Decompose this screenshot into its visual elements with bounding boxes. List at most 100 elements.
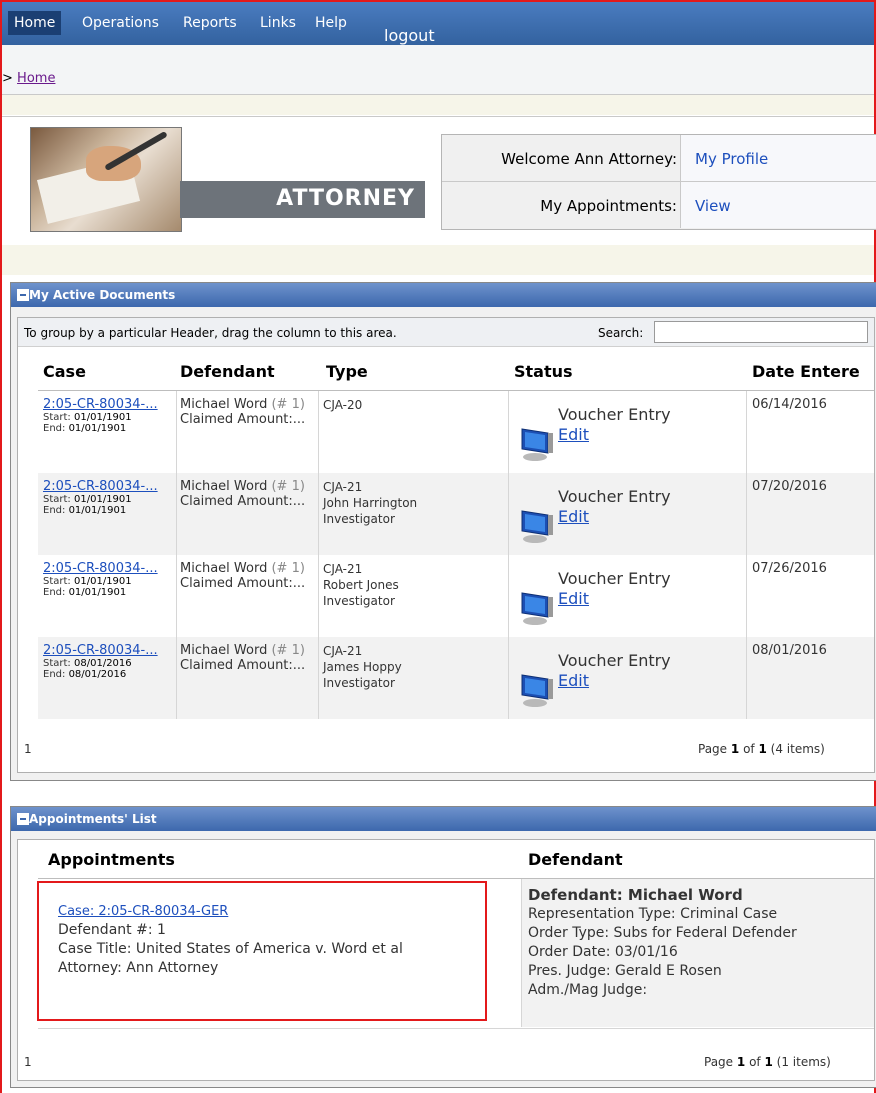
pager-page: 1 <box>736 1055 746 1069</box>
role-label: ATTORNEY <box>276 186 415 211</box>
defendant-name: Defendant: Michael Word <box>528 886 743 904</box>
pager-page: 1 <box>730 742 740 756</box>
table-row: 2:05-CR-80034-... Start: 08/01/2016 End: 0… <box>38 637 874 719</box>
edit-link[interactable]: Edit <box>558 589 589 608</box>
case-link[interactable]: 2:05-CR-80034-... <box>43 397 158 412</box>
presiding-judge: Pres. Judge: Gerald E Rosen <box>528 963 722 979</box>
order-type: Order Type: Subs for Federal Defender <box>528 925 797 941</box>
defendant-number: (# 1) <box>271 397 305 412</box>
status-text: Voucher Entry <box>558 569 671 588</box>
nav-operations[interactable]: Operations <box>82 15 159 31</box>
claimed-amount: Claimed Amount:... <box>180 494 306 509</box>
start-value: 08/01/2016 <box>74 658 132 669</box>
defendant-cell: Michael Word (# 1) Claimed Amount:... <box>180 479 305 509</box>
col-header-case[interactable]: Case <box>43 362 86 381</box>
col-header-date[interactable]: Date Entere <box>752 362 860 381</box>
col-divider <box>746 391 747 473</box>
defendant-name: Michael Word <box>180 561 268 576</box>
representation-type: Representation Type: Criminal Case <box>528 906 778 922</box>
collapse-icon[interactable] <box>17 289 29 301</box>
nav-links[interactable]: Links <box>260 15 296 31</box>
defendant-name: Michael Word <box>180 479 268 494</box>
table-row: 2:05-CR-80034-... Start: 01/01/1901 End: 0… <box>38 555 874 637</box>
welcome-row: Welcome Ann Attorney: My Profile <box>442 135 876 182</box>
search-input[interactable] <box>654 321 868 343</box>
start-label: Start: <box>43 576 71 587</box>
col-divider <box>176 637 177 719</box>
col-header-appointments[interactable]: Appointments <box>48 850 175 869</box>
end-value: 08/01/2016 <box>68 669 127 680</box>
col-header-status[interactable]: Status <box>514 362 573 381</box>
defendant-line: Michael Word (# 1) <box>180 397 305 412</box>
defendant-name: Michael Word <box>180 397 268 412</box>
spacer-band-2 <box>2 245 874 275</box>
appointments-pager: Page 1 of 1 (1 items) <box>704 1055 831 1069</box>
type-cell: CJA-21 Robert Jones Investigator <box>323 561 399 609</box>
group-by-area[interactable]: To group by a particular Header, drag th… <box>18 318 874 347</box>
status-cell: Voucher Entry Edit <box>508 555 746 637</box>
col-divider <box>318 637 319 719</box>
end-label: End: <box>43 423 66 434</box>
end-value: 01/01/1901 <box>68 587 127 598</box>
col-divider <box>176 391 177 473</box>
nav-home[interactable]: Home <box>8 11 62 35</box>
start-label: Start: <box>43 658 71 669</box>
appointments-link-cell: View <box>680 182 876 228</box>
date-entered: 07/26/2016 <box>752 561 827 576</box>
pager-word: Page <box>698 742 728 756</box>
pager-items: (1 items) <box>776 1055 831 1069</box>
case-cell: 2:05-CR-80034-... Start: 01/01/1901 End: 0… <box>43 561 158 598</box>
edit-link[interactable]: Edit <box>558 425 589 444</box>
pager-word: Page <box>704 1055 734 1069</box>
breadcrumb: > Home <box>2 71 55 86</box>
case-link[interactable]: 2:05-CR-80034-... <box>43 479 158 494</box>
status-cell: Voucher Entry Edit <box>508 473 746 555</box>
top-nav: Home Operations Reports Links Help logou… <box>2 2 874 45</box>
start-date: Start: 01/01/1901 <box>43 576 158 587</box>
col-header-type[interactable]: Type <box>326 362 368 381</box>
order-date: Order Date: 03/01/16 <box>528 944 678 960</box>
type-role: Investigator <box>323 676 395 690</box>
type-role: Investigator <box>323 594 395 608</box>
nav-help[interactable]: Help <box>315 15 347 31</box>
case-link[interactable]: 2:05-CR-80034-... <box>43 561 158 576</box>
documents-grid: To group by a particular Header, drag th… <box>17 317 875 773</box>
date-entered: 08/01/2016 <box>752 643 827 658</box>
type-person: James Hoppy <box>323 660 402 674</box>
col-header-defendant[interactable]: Defendant <box>528 850 623 869</box>
col-divider <box>176 555 177 637</box>
my-profile-link[interactable]: My Profile <box>695 150 768 168</box>
status-text: Voucher Entry <box>558 487 671 506</box>
defendant-cell: Michael Word (# 1) Claimed Amount:... <box>180 561 305 591</box>
col-divider <box>318 555 319 637</box>
spacer-band <box>2 95 874 115</box>
case-cell: 2:05-CR-80034-... Start: 01/01/1901 End: 0… <box>43 397 158 434</box>
active-documents-panel: My Active Documents To group by a partic… <box>10 282 876 781</box>
logout-link[interactable]: logout <box>384 26 435 45</box>
collapse-icon[interactable] <box>17 813 29 825</box>
col-header-defendant[interactable]: Defendant <box>180 362 275 381</box>
claimed-amount: Claimed Amount:... <box>180 658 306 673</box>
appointments-label: My Appointments: <box>540 197 677 215</box>
start-label: Start: <box>43 494 71 505</box>
date-entered: 06/14/2016 <box>752 397 827 412</box>
end-date: End: 01/01/1901 <box>43 587 158 598</box>
edit-link[interactable]: Edit <box>558 671 589 690</box>
edit-link[interactable]: Edit <box>558 507 589 526</box>
breadcrumb-home-link[interactable]: Home <box>17 71 55 86</box>
claimed-amount: Claimed Amount:... <box>180 412 306 427</box>
defendant-number: (# 1) <box>271 561 305 576</box>
start-value: 01/01/1901 <box>74 494 132 505</box>
welcome-link-cell: My Profile <box>680 135 876 181</box>
magistrate-judge: Adm./Mag Judge: <box>528 982 648 998</box>
start-date: Start: 08/01/2016 <box>43 658 158 669</box>
pager-of: of <box>749 1055 761 1069</box>
view-appointments-link[interactable]: View <box>695 197 731 215</box>
computer-icon <box>521 592 553 625</box>
end-date: End: 08/01/2016 <box>43 669 158 680</box>
defendant-number: (# 1) <box>271 643 305 658</box>
nav-reports[interactable]: Reports <box>183 15 237 31</box>
end-date: End: 01/01/1901 <box>43 423 158 434</box>
end-label: End: <box>43 587 66 598</box>
case-link[interactable]: 2:05-CR-80034-... <box>43 643 158 658</box>
